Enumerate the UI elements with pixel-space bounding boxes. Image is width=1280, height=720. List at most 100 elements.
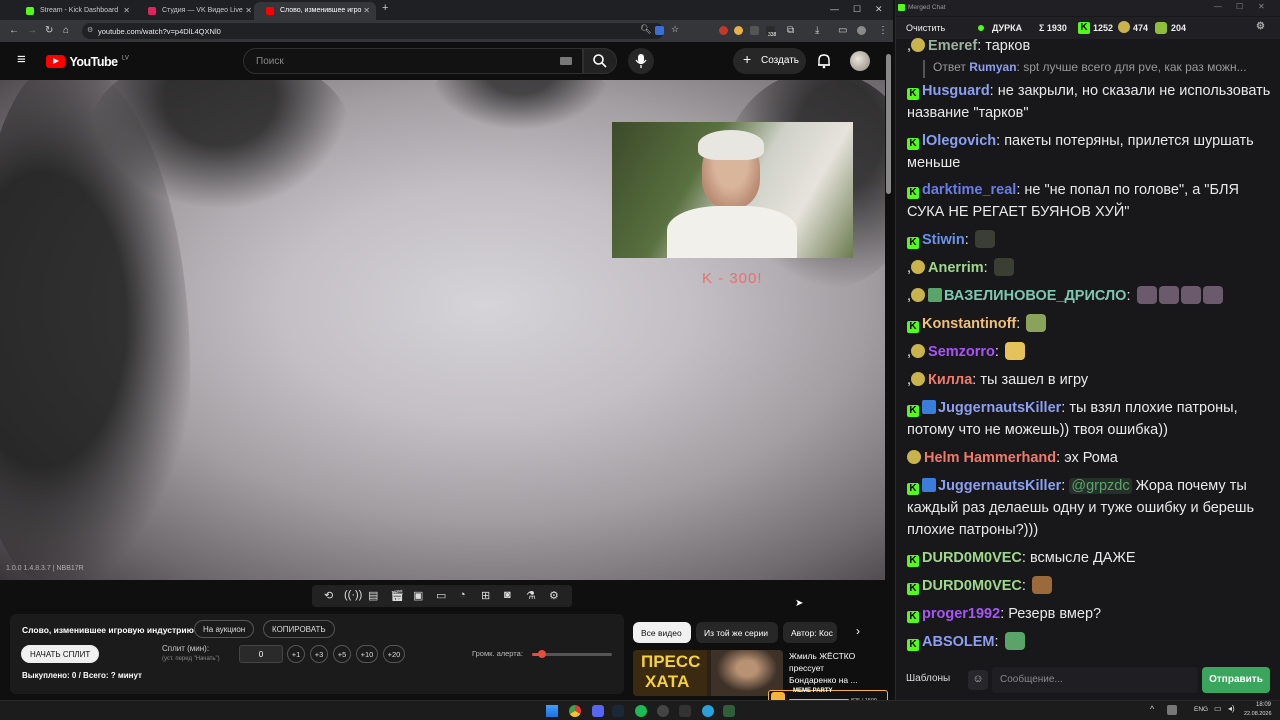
chip-same-series[interactable]: Из той же серии xyxy=(696,622,778,643)
chat-username[interactable]: Konstantinoff xyxy=(922,316,1016,332)
telegram-icon[interactable] xyxy=(702,705,714,717)
start-split-button[interactable]: НАЧАТЬ СПЛИТ xyxy=(21,645,100,663)
split-minutes-input[interactable]: 0 xyxy=(239,645,283,663)
back-icon[interactable]: ← xyxy=(9,25,19,36)
picture-in-picture-icon[interactable]: ▣ xyxy=(413,589,423,602)
camera-icon[interactable]: ◙ xyxy=(504,589,511,601)
scrollbar-thumb[interactable] xyxy=(886,54,891,194)
zoom-icon[interactable]: 🔍︎ xyxy=(640,24,651,35)
chat-username[interactable]: lOlegovich xyxy=(922,133,996,149)
reply-username[interactable]: Rumyan xyxy=(969,60,1016,74)
new-tab-button[interactable]: + xyxy=(382,2,388,14)
copy-button[interactable]: КОПИРОВАТЬ xyxy=(263,620,335,638)
tab-youtube-video[interactable]: Слово, изменившее игро ✕ xyxy=(254,2,376,20)
notifications-bell-icon[interactable] xyxy=(816,53,832,69)
extension-icon[interactable] xyxy=(750,26,759,35)
keyboard-icon[interactable] xyxy=(560,57,572,65)
reload-icon[interactable]: ↻ xyxy=(45,25,53,36)
download-icon[interactable]: ⤓ xyxy=(815,25,819,36)
tray-app-icon[interactable] xyxy=(1167,705,1177,715)
add-3-min-button[interactable]: +3 xyxy=(310,645,328,663)
add-5-min-button[interactable]: +5 xyxy=(333,645,351,663)
hamburger-menu-icon[interactable]: ≡ xyxy=(17,51,26,68)
tab-search-icon[interactable]: ▭ xyxy=(838,25,847,36)
video-player[interactable]: K - 300! 1.0.0 1.4.8.3.7 | NBB17R xyxy=(0,80,885,580)
tab-vk-studio[interactable]: Студия — VK Видео Live ✕ xyxy=(136,2,258,20)
alert-volume-slider[interactable] xyxy=(532,650,612,658)
close-tab-icon[interactable]: ✕ xyxy=(363,6,370,15)
clapper-icon[interactable]: 🎬︎ xyxy=(390,589,404,602)
create-button[interactable]: + Создать xyxy=(733,48,806,74)
volume-icon[interactable]: ◂) xyxy=(1228,704,1235,713)
chat-username[interactable]: JuggernautsKiller xyxy=(938,478,1061,494)
add-20-min-button[interactable]: +20 xyxy=(383,645,405,663)
close-window-icon[interactable]: ✕ xyxy=(875,4,883,15)
steam-icon[interactable] xyxy=(612,705,624,717)
search-button[interactable] xyxy=(583,48,617,74)
chat-username[interactable]: Helm Hammerhand xyxy=(924,450,1056,466)
chat-username[interactable]: Anerrim xyxy=(928,260,984,276)
send-button[interactable]: Отправить xyxy=(1202,667,1270,693)
playlist-settings-icon[interactable]: ▤ xyxy=(368,589,378,602)
broadcast-icon[interactable]: ((·)) xyxy=(344,589,362,601)
minimize-icon[interactable]: — xyxy=(1214,2,1222,11)
chat-username[interactable]: DURD0M0VEC xyxy=(922,550,1022,566)
extension-icon[interactable] xyxy=(655,26,664,35)
profile-avatar[interactable] xyxy=(857,26,866,35)
fullscreen-frame-icon[interactable]: ▭ xyxy=(436,589,446,602)
spotify-icon[interactable] xyxy=(635,705,647,717)
gear-icon[interactable]: ⚙ xyxy=(549,589,559,602)
chat-username[interactable]: Husguard xyxy=(922,83,990,99)
auction-button[interactable]: На аукцион xyxy=(194,620,255,638)
puzzle-icon[interactable]: ⧉ xyxy=(787,25,794,36)
extension-icon[interactable] xyxy=(734,26,743,35)
voice-search-button[interactable] xyxy=(628,48,654,74)
chat-username[interactable]: proger1992 xyxy=(922,606,1000,622)
menu-kebab-icon[interactable]: ⋮ xyxy=(878,25,888,36)
chat-username[interactable]: Emeref xyxy=(928,38,977,54)
account-avatar[interactable] xyxy=(850,51,870,71)
loop-icon[interactable]: ⟲ xyxy=(324,589,333,602)
chat-username[interactable]: darktime_real xyxy=(922,182,1016,198)
chat-username[interactable]: DURD0M0VEC xyxy=(922,578,1022,594)
close-tab-icon[interactable]: ✕ xyxy=(123,6,130,15)
chat-username[interactable]: Килла xyxy=(928,372,972,388)
app-icon[interactable] xyxy=(723,705,735,717)
add-1-min-button[interactable]: +1 xyxy=(287,645,305,663)
chip-all-videos[interactable]: Все видео xyxy=(633,622,691,643)
page-scrollbar[interactable] xyxy=(885,42,893,700)
chips-next-chevron-icon[interactable]: › xyxy=(856,624,860,638)
search-input[interactable]: Поиск xyxy=(243,48,583,74)
speed-gauge-icon[interactable]: ◔ xyxy=(459,589,466,601)
obs-icon[interactable] xyxy=(657,705,669,717)
minimize-icon[interactable]: — xyxy=(830,4,839,14)
windows-start-icon[interactable] xyxy=(546,705,558,717)
network-icon[interactable]: ▭ xyxy=(1214,704,1222,713)
chat-username[interactable]: ВАЗЕЛИНОВОЕ_ДРИСЛО xyxy=(944,288,1126,304)
close-window-icon[interactable]: ✕ xyxy=(1258,2,1265,11)
chip-author[interactable]: Автор: Кос xyxy=(783,622,837,643)
maximize-icon[interactable]: ☐ xyxy=(1236,2,1243,11)
close-tab-icon[interactable]: ✕ xyxy=(245,6,252,15)
add-box-icon[interactable]: ⊞ xyxy=(481,589,490,602)
related-video-thumbnail[interactable]: ПРЕСС ХАТА xyxy=(633,650,783,696)
chat-message-input[interactable]: Сообщение... xyxy=(992,667,1198,693)
clock-time[interactable]: 18:09 xyxy=(1256,702,1271,708)
gear-icon[interactable]: ⚙ xyxy=(1256,21,1265,32)
clear-chat-button[interactable]: Очистить xyxy=(906,23,945,33)
chat-username[interactable]: ABSOLEM xyxy=(922,634,995,650)
extension-icon[interactable] xyxy=(719,26,728,35)
tray-chevron-icon[interactable]: ^ xyxy=(1150,704,1154,714)
maximize-icon[interactable]: ☐ xyxy=(853,4,861,15)
related-video-title[interactable]: Жмиль ЖЁСТКО прессует Бондаренко на ... xyxy=(789,650,873,686)
site-info-icon[interactable]: ⚙ xyxy=(87,26,93,34)
templates-button[interactable]: Шаблоны xyxy=(906,673,950,684)
add-10-min-button[interactable]: +10 xyxy=(356,645,378,663)
chrome-icon[interactable] xyxy=(569,705,581,717)
chat-username[interactable]: JuggernautsKiller xyxy=(938,400,1061,416)
home-icon[interactable]: ⌂ xyxy=(63,25,69,36)
url-input[interactable]: ⚙ youtube.com/watch?v=p4DlL4QXNl0 xyxy=(82,23,664,39)
tab-kick-dashboard[interactable]: Stream - Kick Dashboard ✕ xyxy=(14,2,136,20)
language-indicator[interactable]: ENG xyxy=(1194,706,1208,713)
alert-volume-thumb[interactable] xyxy=(537,650,546,658)
